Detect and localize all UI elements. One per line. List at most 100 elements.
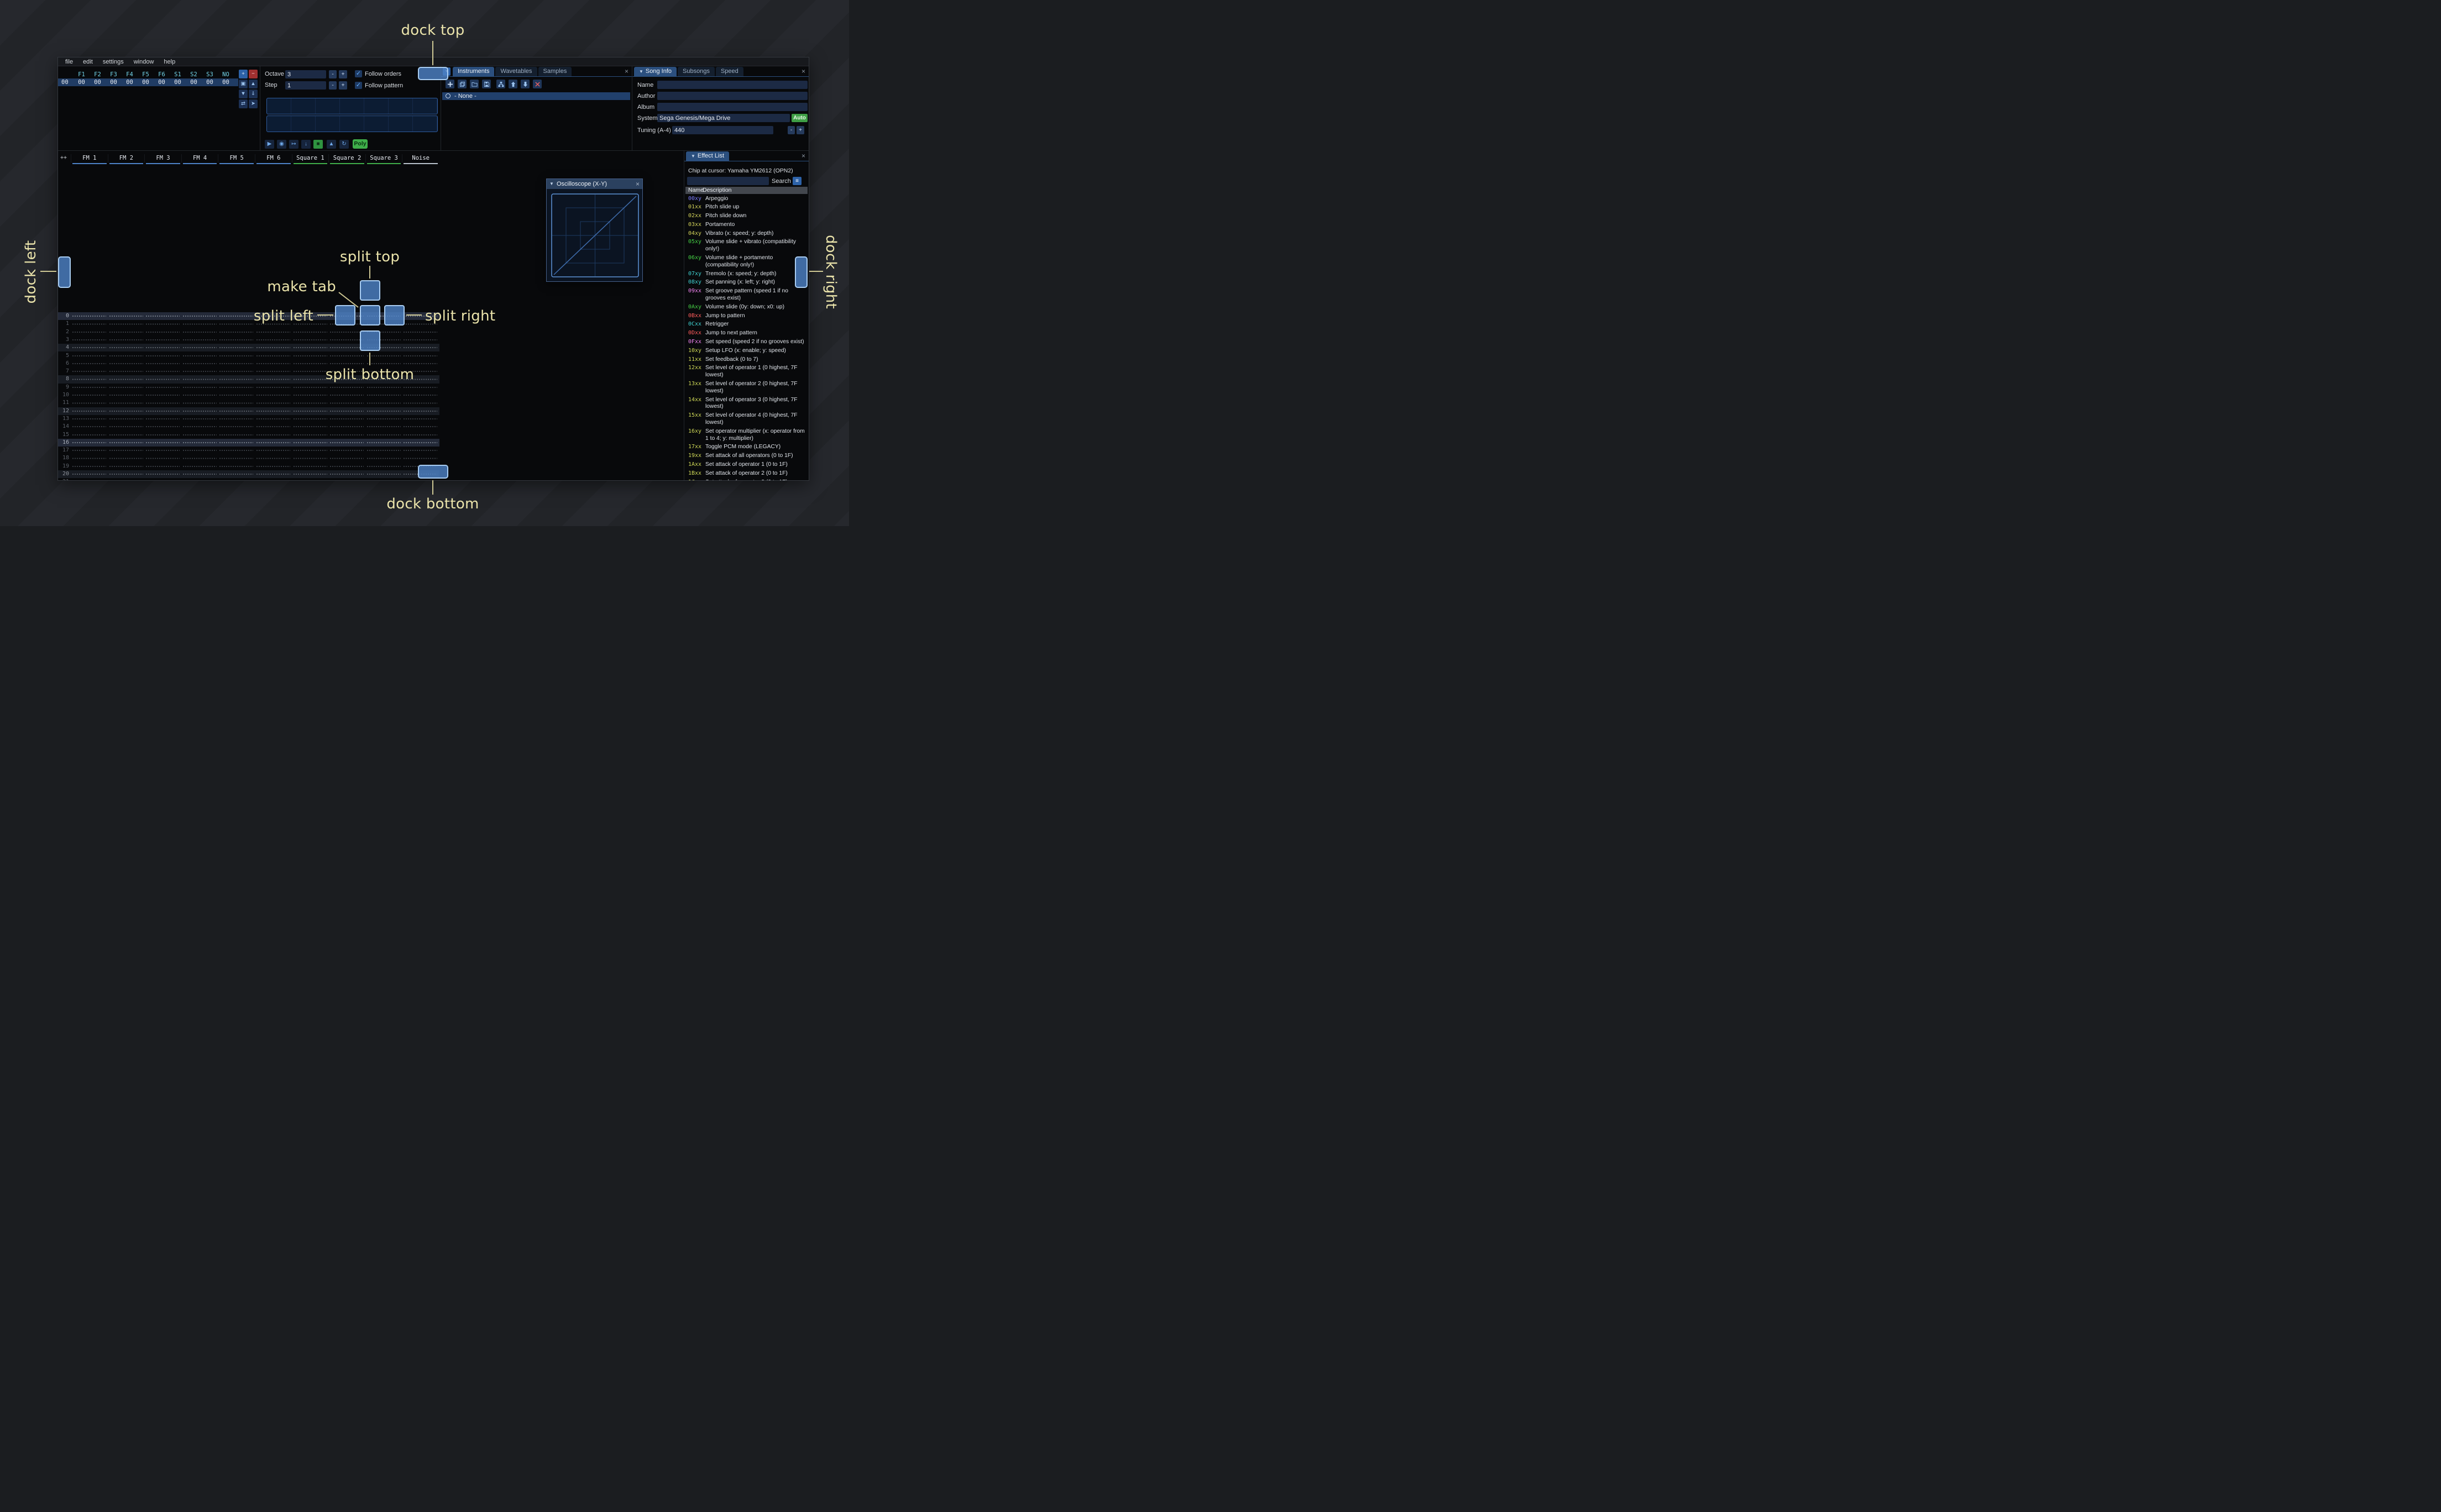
pattern-cell[interactable]	[292, 479, 327, 480]
pattern-cell[interactable]	[256, 439, 290, 447]
pattern-cell[interactable]	[145, 400, 180, 407]
dock-target-bottom[interactable]	[418, 465, 448, 479]
close-oscilloscope-icon[interactable]: ×	[636, 179, 640, 189]
pattern-cell[interactable]	[292, 447, 327, 454]
effect-row-19xx[interactable]: 19xx Set attack of all operators (0 to 1F…	[685, 452, 808, 461]
pattern-cell[interactable]	[182, 400, 217, 407]
pattern-cell[interactable]	[182, 328, 217, 335]
pattern-cell[interactable]	[256, 384, 290, 391]
pattern-cell[interactable]	[256, 336, 290, 344]
pattern-cell[interactable]	[329, 479, 364, 480]
play-from-cursor-button[interactable]: ↓	[301, 140, 311, 149]
pattern-cell[interactable]	[403, 479, 438, 480]
pattern-cell[interactable]	[72, 439, 106, 447]
pattern-cell[interactable]	[292, 463, 327, 470]
pattern-cell[interactable]	[219, 431, 254, 438]
pattern-cell[interactable]	[108, 360, 143, 368]
pattern-cell[interactable]	[108, 313, 143, 320]
poly-button[interactable]: Poly	[353, 139, 368, 149]
pattern-cell[interactable]	[72, 415, 106, 423]
pattern-cell[interactable]	[292, 415, 327, 423]
effect-row-03xx[interactable]: 03xx Portamento	[685, 221, 808, 229]
pattern-cell[interactable]	[292, 352, 327, 359]
menu-edit[interactable]: edit	[78, 59, 98, 65]
tab-instruments[interactable]: Instruments	[453, 67, 495, 76]
order-row[interactable]: 00 00 00 00 00 00 00 00 00 00 00	[58, 78, 238, 86]
close-effect-list-icon[interactable]: ×	[802, 153, 805, 160]
pattern-cell[interactable]	[108, 376, 143, 383]
pattern-cell[interactable]	[145, 455, 180, 462]
add-instrument-button[interactable]	[446, 80, 454, 88]
pattern-cell[interactable]	[403, 447, 438, 454]
pattern-cell[interactable]	[145, 321, 180, 328]
open-instrument-button[interactable]	[470, 80, 479, 88]
menu-window[interactable]: window	[129, 59, 159, 65]
effect-row-02xx[interactable]: 02xx Pitch slide down	[685, 212, 808, 221]
pattern-cell[interactable]	[292, 471, 327, 478]
channel-header-fm-1[interactable]: FM 1	[71, 154, 108, 164]
channel-header-fm-4[interactable]: FM 4	[181, 154, 218, 164]
move-instrument-up-button[interactable]	[509, 80, 517, 88]
effect-row-1bxx[interactable]: 1Bxx Set attack of operator 2 (0 to 1F)	[685, 469, 808, 478]
oscilloscope-titlebar[interactable]: ▼ Oscilloscope (X-Y) ×	[547, 179, 642, 189]
pattern-cell[interactable]	[256, 352, 290, 359]
octave-input[interactable]	[285, 70, 326, 78]
duplicate-instrument-button[interactable]	[458, 80, 467, 88]
effect-row-0cxx[interactable]: 0Cxx Retrigger	[685, 321, 808, 329]
pattern-cell[interactable]	[145, 376, 180, 383]
pattern-cell[interactable]	[366, 392, 401, 399]
song-name-input[interactable]	[657, 81, 808, 89]
pattern-cell[interactable]	[403, 431, 438, 438]
duplicate-order-button[interactable]: ▣	[239, 80, 248, 88]
pattern-cell[interactable]	[366, 455, 401, 462]
effect-row-12xx[interactable]: 12xx Set level of operator 1 (0 highest, …	[685, 364, 808, 380]
pattern-cell[interactable]	[72, 344, 106, 351]
move-instrument-down-button[interactable]	[521, 80, 530, 88]
pattern-cell[interactable]	[108, 368, 143, 375]
pattern-cell[interactable]	[403, 423, 438, 431]
repeat-pattern-button[interactable]: ↻	[339, 140, 349, 149]
effect-row-1cxx[interactable]: 1CxxSet attack of operator 3 (0 to 1F)	[685, 478, 808, 480]
pattern-cell[interactable]	[182, 407, 217, 414]
pattern-cell[interactable]	[329, 400, 364, 407]
pattern-cell[interactable]	[219, 328, 254, 335]
pattern-cell[interactable]	[72, 376, 106, 383]
pattern-cell[interactable]	[366, 447, 401, 454]
effect-row-01xx[interactable]: 01xx Pitch slide up	[685, 203, 808, 212]
pattern-cell[interactable]	[366, 431, 401, 438]
pattern-cell[interactable]	[292, 423, 327, 431]
song-author-input[interactable]	[657, 92, 808, 100]
tab-subsongs[interactable]: Subsongs	[678, 67, 715, 76]
pattern-cell[interactable]	[182, 455, 217, 462]
pattern-cell[interactable]	[329, 447, 364, 454]
pattern-cell[interactable]	[329, 439, 364, 447]
pattern-cell[interactable]	[403, 400, 438, 407]
split-target-left[interactable]	[335, 305, 355, 326]
pattern-cell[interactable]	[72, 352, 106, 359]
pattern-cell[interactable]	[72, 471, 106, 478]
pattern-cell[interactable]	[329, 384, 364, 391]
order-cell[interactable]: 00	[74, 78, 90, 86]
channel-header-square-3[interactable]: Square 3	[365, 154, 402, 164]
piano-keyboard-lower[interactable]	[266, 116, 438, 132]
octave-increase-button[interactable]: +	[339, 70, 347, 78]
pattern-cell[interactable]	[145, 463, 180, 470]
effect-row-17xx[interactable]: 17xx Toggle PCM mode (LEGACY)	[685, 443, 808, 452]
pattern-cell[interactable]	[72, 447, 106, 454]
pattern-cell[interactable]	[292, 384, 327, 391]
pattern-cell[interactable]	[108, 439, 143, 447]
effect-row-0axy[interactable]: 0Axy Volume slide (0y: down; x0: up)	[685, 303, 808, 312]
effect-row-05xy[interactable]: 05xy Volume slide + vibrato (compatibilit…	[685, 238, 808, 254]
pattern-cell[interactable]	[329, 431, 364, 438]
pattern-cell[interactable]	[182, 376, 217, 383]
pattern-cell[interactable]	[329, 352, 364, 359]
pattern-cell[interactable]	[403, 352, 438, 359]
order-cell[interactable]: 00	[186, 78, 202, 86]
pattern-cell[interactable]	[292, 431, 327, 438]
pattern-cell[interactable]	[145, 368, 180, 375]
split-target-bottom[interactable]	[360, 330, 380, 351]
pattern-cell[interactable]	[182, 463, 217, 470]
pattern-cell[interactable]	[72, 392, 106, 399]
pattern-cell[interactable]	[72, 423, 106, 431]
pattern-cell[interactable]	[108, 415, 143, 423]
